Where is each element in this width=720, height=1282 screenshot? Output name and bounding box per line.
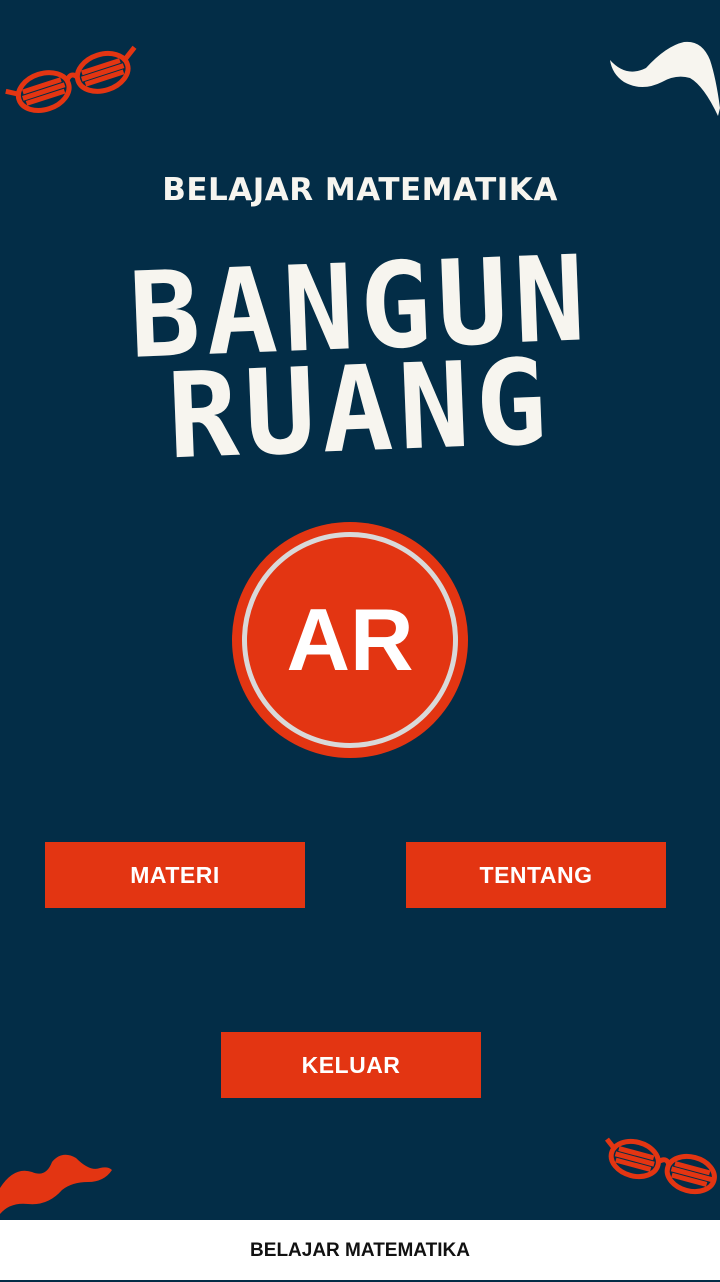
tentang-button[interactable]: TENTANG (406, 842, 666, 908)
glasses-icon (5, 45, 137, 113)
app-subtitle: BELAJAR MATEMATIKA (162, 172, 558, 208)
materi-button[interactable]: MATERI (45, 842, 305, 908)
ar-badge-label: AR (286, 590, 414, 689)
keluar-button[interactable]: KELUAR (221, 1032, 481, 1098)
glasses-icon (604, 1137, 717, 1195)
app-title-line2: RUANG (164, 332, 556, 486)
mustache-icon (0, 1154, 112, 1214)
ar-button[interactable]: AR (232, 522, 468, 758)
main-screen: BELAJAR MATEMATIKA BANGUN RUANG AR MATER… (0, 0, 720, 1220)
footer-text: BELAJAR MATEMATIKA (250, 1240, 470, 1261)
mustache-icon (610, 41, 720, 116)
footer-bar: BELAJAR MATEMATIKA (0, 1220, 720, 1280)
